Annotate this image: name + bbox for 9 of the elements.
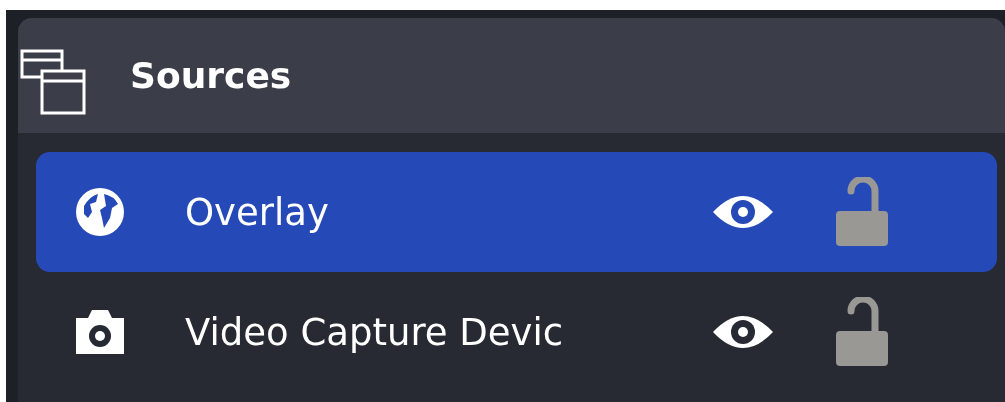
panel-title: Sources xyxy=(130,55,292,96)
source-name: Overlay xyxy=(185,190,329,234)
camera-icon xyxy=(74,308,126,356)
open-padlock-icon[interactable] xyxy=(835,297,889,367)
open-padlock-icon[interactable] xyxy=(835,177,889,247)
globe-icon xyxy=(74,186,126,238)
source-name: Video Capture Devic xyxy=(185,310,564,354)
source-item[interactable]: Video Capture Devic xyxy=(36,276,997,388)
source-item[interactable]: Overlay xyxy=(36,152,997,272)
